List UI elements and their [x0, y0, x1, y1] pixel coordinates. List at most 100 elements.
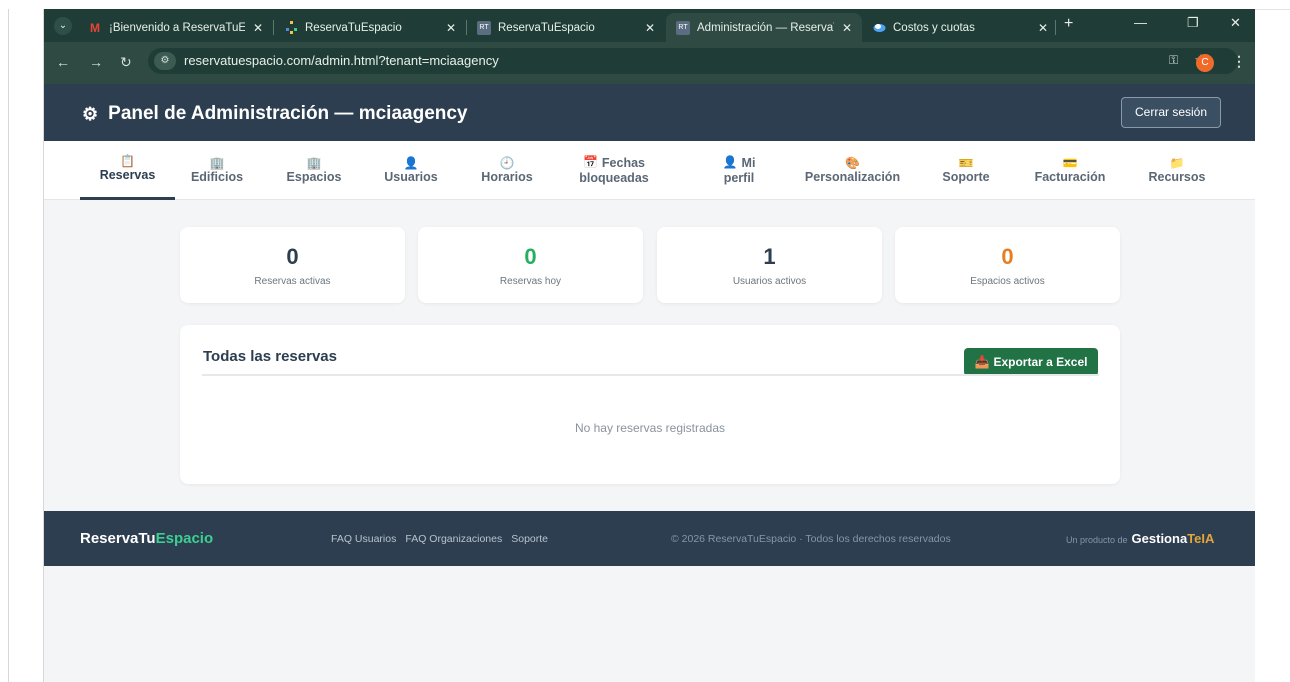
credit-card-icon: 💳: [1062, 155, 1078, 170]
tab-label-line2: bloqueadas: [579, 170, 649, 185]
tab-title: Costos y cuotas: [893, 21, 975, 34]
page-left-border: [8, 9, 9, 682]
reservations-title: Todas las reservas: [203, 348, 337, 365]
profile-avatar[interactable]: C: [1196, 54, 1214, 72]
browser-tab-reservatuespacio-1[interactable]: ReservaTuEspacio ✕: [274, 13, 466, 42]
credit-brand-part2: TeIA: [1187, 531, 1215, 546]
tab-label: Horarios: [481, 169, 533, 184]
stat-label: Reservas hoy: [499, 276, 562, 287]
browser-tab-administracion[interactable]: RT Administración — ReservaTu ✕: [666, 13, 862, 42]
stat-value: 0: [1001, 244, 1014, 269]
address-bar[interactable]: ⚙ reservatuespacio.com/admin.html?tenant…: [148, 48, 1238, 74]
clock-icon: 🕘: [499, 155, 515, 170]
palette-icon: 🎨: [845, 155, 860, 170]
forward-icon[interactable]: →: [89, 54, 103, 70]
footer-link-faq-usuarios[interactable]: FAQ Usuarios: [331, 533, 396, 545]
tab-label: Fechas: [601, 156, 646, 171]
gmail-icon: M: [90, 20, 100, 35]
browser-tab-costos[interactable]: Costos y cuotas ✕: [862, 13, 1058, 42]
tab-label: Personalización: [804, 169, 901, 184]
minimize-icon[interactable]: —: [1134, 15, 1147, 30]
gear-icon: ⚙: [82, 103, 99, 124]
browser-toolbar: ← → ↻ ⚙ reservatuespacio.com/admin.html?…: [44, 42, 1255, 84]
site-icon: RT: [477, 20, 491, 35]
tab-title: ReservaTuEspacio: [498, 21, 595, 34]
browser-tab-bar: ⌄ M ¡Bienvenido a ReservaTuEspa ✕ Reserv…: [44, 9, 1255, 42]
tab-usuarios[interactable]: 👤 Usuarios: [369, 141, 453, 200]
back-icon[interactable]: ←: [56, 54, 70, 70]
export-excel-button[interactable]: 📥 Exportar a Excel: [964, 348, 1098, 376]
folder-icon: 📁: [1169, 155, 1185, 170]
key-icon[interactable]: ⚿: [1169, 53, 1178, 68]
stat-card-espacios-activos: 0 Espacios activos: [895, 227, 1120, 303]
clipboard-icon: 📋: [120, 154, 135, 169]
brand-part2: Espacio: [155, 530, 214, 547]
close-window-icon[interactable]: ✕: [1230, 15, 1241, 31]
close-icon[interactable]: ✕: [1038, 21, 1048, 35]
site-icon: RT: [676, 20, 690, 35]
tab-facturacion[interactable]: 💳 Facturación: [1019, 141, 1121, 200]
tab-personalizacion[interactable]: 🎨 Personalización: [790, 141, 915, 200]
footer-link-faq-organizaciones[interactable]: FAQ Organizaciones: [405, 533, 502, 545]
tab-reservas[interactable]: 📋 Reservas: [80, 141, 175, 200]
browser-tab-reservatuespacio-2[interactable]: RT ReservaTuEspacio ✕: [467, 13, 665, 42]
logout-button[interactable]: Cerrar sesión: [1121, 97, 1221, 128]
stat-card-reservas-hoy: 0 Reservas hoy: [418, 227, 643, 303]
building-icon: 🏢: [306, 155, 322, 170]
tab-label: Edificios: [190, 169, 244, 184]
tab-label: Reservas: [99, 168, 156, 183]
footer-brand-logo[interactable]: ReservaTuEspacio: [80, 530, 213, 547]
tab-label: Recursos: [1148, 169, 1206, 184]
menu-kebab-icon[interactable]: ⋮: [1232, 53, 1246, 70]
tab-title: ReservaTuEspacio: [305, 21, 402, 34]
footer-link-soporte[interactable]: Soporte: [511, 533, 548, 545]
new-tab-icon[interactable]: +: [1064, 15, 1073, 33]
tab-title: Administración — ReservaTu: [697, 21, 834, 34]
reload-icon[interactable]: ↻: [120, 54, 132, 71]
tab-label-line2: perfil: [723, 170, 755, 185]
tab-label: Facturación: [1034, 169, 1106, 184]
footer: ReservaTuEspacio FAQ Usuarios FAQ Organi…: [44, 511, 1255, 566]
tab-separator: [1055, 20, 1056, 35]
tab-label: Mi: [741, 156, 756, 171]
copyright-text: © 2026 ReservaTuEspacio · Todos los dere…: [671, 533, 951, 545]
tab-search-icon[interactable]: ⌄: [54, 17, 72, 35]
tab-mi-perfil[interactable]: 👤 Mi perfil: [699, 141, 779, 200]
ticket-icon: 🎫: [958, 155, 974, 170]
page-title-text: Panel de Administración — mciaagency: [108, 103, 468, 124]
stat-value: 0: [286, 244, 299, 269]
stat-card-usuarios-activos: 1 Usuarios activos: [657, 227, 882, 303]
footer-links: FAQ Usuarios FAQ Organizaciones Soporte: [331, 533, 548, 545]
tab-title: ¡Bienvenido a ReservaTuEspa: [109, 21, 245, 34]
credit-prefix: Un producto de: [1066, 535, 1128, 545]
stat-label: Usuarios activos: [732, 276, 807, 287]
browser-tab-gmail[interactable]: M ¡Bienvenido a ReservaTuEspa ✕: [78, 13, 273, 42]
stat-value: 1: [763, 244, 776, 269]
close-icon[interactable]: ✕: [842, 21, 852, 35]
tab-espacios[interactable]: 🏢 Espacios: [271, 141, 357, 200]
page-title: ⚙ Panel de Administración — mciaagency: [82, 103, 468, 125]
credit-brand-part1: Gestiona: [1131, 531, 1188, 546]
restore-icon[interactable]: ❐: [1187, 15, 1199, 31]
stat-value: 0: [524, 244, 537, 269]
tab-label: Soporte: [942, 169, 990, 184]
download-icon: 📥: [974, 355, 990, 369]
admin-nav-tabs: 📋 Reservas 🏢 Edificios 🏢 Espacios 👤 Usua…: [44, 141, 1255, 200]
browser-window: ⌄ M ¡Bienvenido a ReservaTuEspa ✕ Reserv…: [43, 9, 1255, 682]
stat-label: Reservas activas: [254, 276, 331, 287]
close-icon[interactable]: ✕: [446, 21, 456, 35]
user-icon: 👤: [403, 155, 419, 170]
tab-recursos[interactable]: 📁 Recursos: [1132, 141, 1222, 200]
close-icon[interactable]: ✕: [253, 21, 263, 35]
footer-credit[interactable]: Un producto de Gestiona TeIA: [1066, 531, 1214, 546]
tab-soporte[interactable]: 🎫 Soporte: [924, 141, 1008, 200]
site-settings-icon[interactable]: ⚙: [154, 52, 176, 70]
url-text[interactable]: reservatuespacio.com/admin.html?tenant=m…: [184, 53, 499, 68]
empty-state-message: No hay reservas registradas: [574, 421, 726, 435]
close-icon[interactable]: ✕: [645, 21, 655, 35]
tab-horarios[interactable]: 🕘 Horarios: [465, 141, 549, 200]
tab-fechas-bloqueadas[interactable]: 📅 Fechas bloqueadas: [559, 141, 669, 200]
page-top-border: [1255, 9, 1290, 10]
tab-edificios[interactable]: 🏢 Edificios: [175, 141, 259, 200]
tab-label: Espacios: [286, 169, 342, 184]
